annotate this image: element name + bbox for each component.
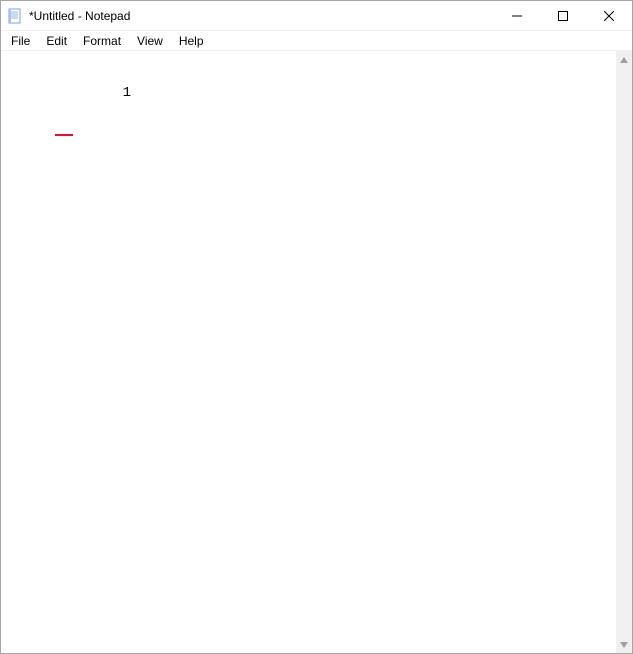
minimize-button[interactable] bbox=[494, 1, 540, 31]
scroll-down-button[interactable] bbox=[616, 636, 632, 653]
menu-view[interactable]: View bbox=[129, 33, 171, 49]
close-button[interactable] bbox=[586, 1, 632, 31]
menubar: File Edit Format View Help bbox=[1, 31, 632, 51]
maximize-button[interactable] bbox=[540, 1, 586, 31]
window-controls bbox=[494, 1, 632, 30]
scroll-track[interactable] bbox=[616, 68, 632, 636]
menu-format[interactable]: Format bbox=[75, 33, 129, 49]
content-area: 1 bbox=[1, 51, 632, 653]
notepad-icon bbox=[7, 8, 23, 24]
spellcheck-underline-icon bbox=[55, 134, 73, 136]
window-title: *Untitled - Notepad bbox=[29, 9, 494, 23]
menu-edit[interactable]: Edit bbox=[38, 33, 75, 49]
vertical-scrollbar[interactable] bbox=[615, 51, 632, 653]
text-content: 1 bbox=[55, 69, 131, 133]
scroll-up-button[interactable] bbox=[616, 51, 632, 68]
notepad-window: *Untitled - Notepad File Edit Format Vie… bbox=[0, 0, 633, 654]
menu-help[interactable]: Help bbox=[171, 33, 212, 49]
titlebar[interactable]: *Untitled - Notepad bbox=[1, 1, 632, 31]
text-editor[interactable]: 1 bbox=[1, 51, 615, 653]
editor-text: 1 bbox=[123, 85, 131, 101]
menu-file[interactable]: File bbox=[3, 33, 38, 49]
